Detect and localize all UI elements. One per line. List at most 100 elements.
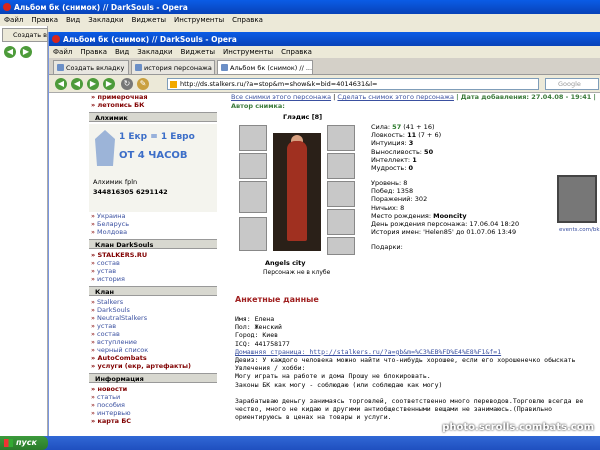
menu-tools[interactable]: Инструменты	[174, 16, 224, 24]
character-club: Персонаж не в клубе	[263, 269, 331, 276]
outer-title-bar: Альбом бк (снимок) // DarkSouls - Opera	[0, 0, 600, 14]
stat-agility: Ловкость: 11 (7 + 6)	[371, 131, 442, 140]
sidebar-link[interactable]: услуги (екр, артефакты)	[49, 362, 231, 370]
profile-line: Могу играть на работе и дома Прошу не бл…	[235, 372, 431, 381]
earring-slot-icon[interactable]	[327, 125, 355, 151]
clan-emblem-icon[interactable]	[557, 175, 597, 223]
sidebar-link[interactable]: история	[49, 275, 231, 283]
sidebar-link[interactable]: состав	[49, 330, 231, 338]
make-snapshot-link[interactable]: Сделать снимок этого персонажа	[337, 93, 454, 101]
sidebar-link[interactable]: статьи	[49, 393, 231, 401]
inner-opera-window: Альбом бк (снимок) // DarkSouls - Opera …	[48, 32, 600, 436]
gifts-label: Подарки:	[371, 243, 403, 251]
character-city: Angels city	[265, 259, 306, 267]
menu-tools[interactable]: Инструменты	[223, 48, 273, 56]
stat-wisdom: Мудрость: 0	[371, 164, 414, 173]
snapshot-author: Автор снимка:	[231, 102, 285, 110]
menu-view[interactable]: Вид	[66, 16, 80, 24]
sidebar-link[interactable]: Stalkers	[49, 298, 231, 306]
sidebar-link[interactable]: DarkSouls	[49, 306, 231, 314]
stat-endurance: Выносливость: 50	[371, 147, 434, 156]
sidebar-link-ukraine[interactable]: Украина	[49, 212, 231, 220]
search-input[interactable]: Google	[545, 78, 599, 90]
watermark: photo.scrolls.combats.com	[442, 422, 594, 433]
profile-line: Зарабатываю деньгу занимаясь торговлей, …	[235, 397, 584, 406]
character-panel: Глэдис [8] Angels city Персонаж не в клу…	[235, 113, 361, 283]
page-icon	[57, 64, 64, 71]
sidebar-link[interactable]: черный список	[49, 346, 231, 354]
emblem-caption[interactable]: events.com/bk	[559, 227, 600, 233]
back-2-icon[interactable]: ◀	[71, 78, 83, 90]
outer-back-icon[interactable]: ◀	[4, 46, 16, 58]
sidebar-link[interactable]: устав	[49, 322, 231, 330]
menu-file[interactable]: Файл	[53, 48, 72, 56]
tab-album[interactable]: Альбом бк (снимок) // ...	[217, 60, 313, 74]
date-added: | Дата добавления: 27.04.08 - 19:41 |	[456, 93, 596, 101]
sidebar-link-belarus[interactable]: Беларусь	[49, 220, 231, 228]
menu-help[interactable]: Справка	[281, 48, 312, 56]
boots-slot-icon[interactable]	[327, 237, 355, 255]
banner-rate: 1 Екр = 1 Евро	[119, 132, 195, 142]
sidebar-link[interactable]: примерочная	[49, 93, 231, 101]
character-image[interactable]	[273, 133, 321, 251]
back-icon[interactable]: ◀	[55, 78, 67, 90]
start-button[interactable]: пуск	[0, 436, 48, 450]
character-stats: Сила: 57 (41 + 16) Ловкость: 11 (7 + 6) …	[371, 123, 441, 172]
outer-page-area: Создать в ◀ ▶	[0, 26, 48, 436]
alchemist-heading: Алхимик	[89, 112, 217, 122]
menu-bookmarks[interactable]: Закладки	[88, 16, 123, 24]
menu-help[interactable]: Справка	[232, 16, 263, 24]
menu-widgets[interactable]: Виджеты	[132, 16, 166, 24]
info-level: Уровень: 8	[371, 179, 408, 187]
sidebar-link[interactable]: состав	[49, 259, 231, 267]
edit-icon[interactable]: ✎	[137, 78, 149, 90]
menu-edit[interactable]: Правка	[31, 16, 58, 24]
menu-widgets[interactable]: Виджеты	[181, 48, 215, 56]
all-snapshots-link[interactable]: Все снимки этого персонажа	[231, 93, 331, 101]
ring-slot-icon[interactable]	[327, 153, 355, 179]
alchemist-banner[interactable]: 1 Екр = 1 Евро ОТ 4 ЧАСОВ Алхимик fpln 3…	[89, 124, 217, 212]
sidebar-link[interactable]: STALKERS.RU	[49, 251, 231, 259]
sidebar-link[interactable]: AutoCombats	[49, 354, 231, 362]
sidebar-link[interactable]: пособия	[49, 401, 231, 409]
stat-intellect: Интеллект: 1	[371, 155, 417, 164]
sidebar-link[interactable]: новости	[49, 385, 231, 393]
helmet-slot-icon[interactable]	[239, 125, 267, 151]
menu-file[interactable]: Файл	[4, 16, 23, 24]
gloves-slot-icon[interactable]	[327, 181, 355, 207]
menu-edit[interactable]: Правка	[80, 48, 107, 56]
menu-bookmarks[interactable]: Закладки	[137, 48, 172, 56]
tab-history[interactable]: история персонажа БК ...	[131, 60, 215, 74]
character-name[interactable]: Глэдис [8]	[283, 113, 322, 121]
amulet-slot-icon[interactable]	[239, 153, 267, 179]
sidebar-link[interactable]: устав	[49, 267, 231, 275]
inner-title-bar: Альбом бк (снимок) // DarkSouls - Opera	[49, 32, 600, 46]
sidebar-link[interactable]: NeutralStalkers	[49, 314, 231, 322]
sidebar-link-moldova[interactable]: Молдова	[49, 228, 231, 236]
opera-icon	[3, 3, 11, 11]
profile-line: чество, много не кидаю и другими антиобщ…	[235, 405, 552, 414]
nav-toolbar: ◀ ◀ ▶ ▶ ↻ ✎ http://ds.stalkers.ru/?a=sto…	[49, 75, 600, 93]
forward-2-icon[interactable]: ▶	[103, 78, 115, 90]
page-icon	[135, 64, 142, 71]
forward-icon[interactable]: ▶	[87, 78, 99, 90]
sidebar-link[interactable]: интервью	[49, 409, 231, 417]
address-bar[interactable]: http://ds.stalkers.ru/?a=stop&m=show&k=b…	[167, 78, 539, 90]
menu-view[interactable]: Вид	[115, 48, 129, 56]
sidebar-link[interactable]: вступление	[49, 338, 231, 346]
sidebar: примерочная летопись БК Алхимик 1 Екр = …	[49, 93, 231, 436]
stat-strength: Сила: 57 (41 + 16)	[371, 123, 435, 131]
profile-line: Город: Киев	[235, 331, 279, 340]
outer-tab[interactable]: Создать в	[2, 28, 48, 42]
weapon-slot-icon[interactable]	[239, 181, 267, 213]
shield-slot-icon[interactable]	[327, 209, 355, 235]
taskbar: пуск	[0, 436, 600, 450]
outer-forward-icon[interactable]: ▶	[20, 46, 32, 58]
banner-time: ОТ 4 ЧАСОВ	[119, 150, 188, 161]
tab-new[interactable]: Создать вкладку	[53, 60, 129, 74]
homepage-link[interactable]: Домашняя страница: http://stalkers.ru/?a…	[235, 348, 583, 356]
sidebar-link[interactable]: карта БС	[49, 417, 231, 425]
sidebar-link[interactable]: летопись БК	[49, 101, 231, 109]
armor-slot-icon[interactable]	[239, 217, 267, 251]
reload-icon[interactable]: ↻	[121, 78, 133, 90]
